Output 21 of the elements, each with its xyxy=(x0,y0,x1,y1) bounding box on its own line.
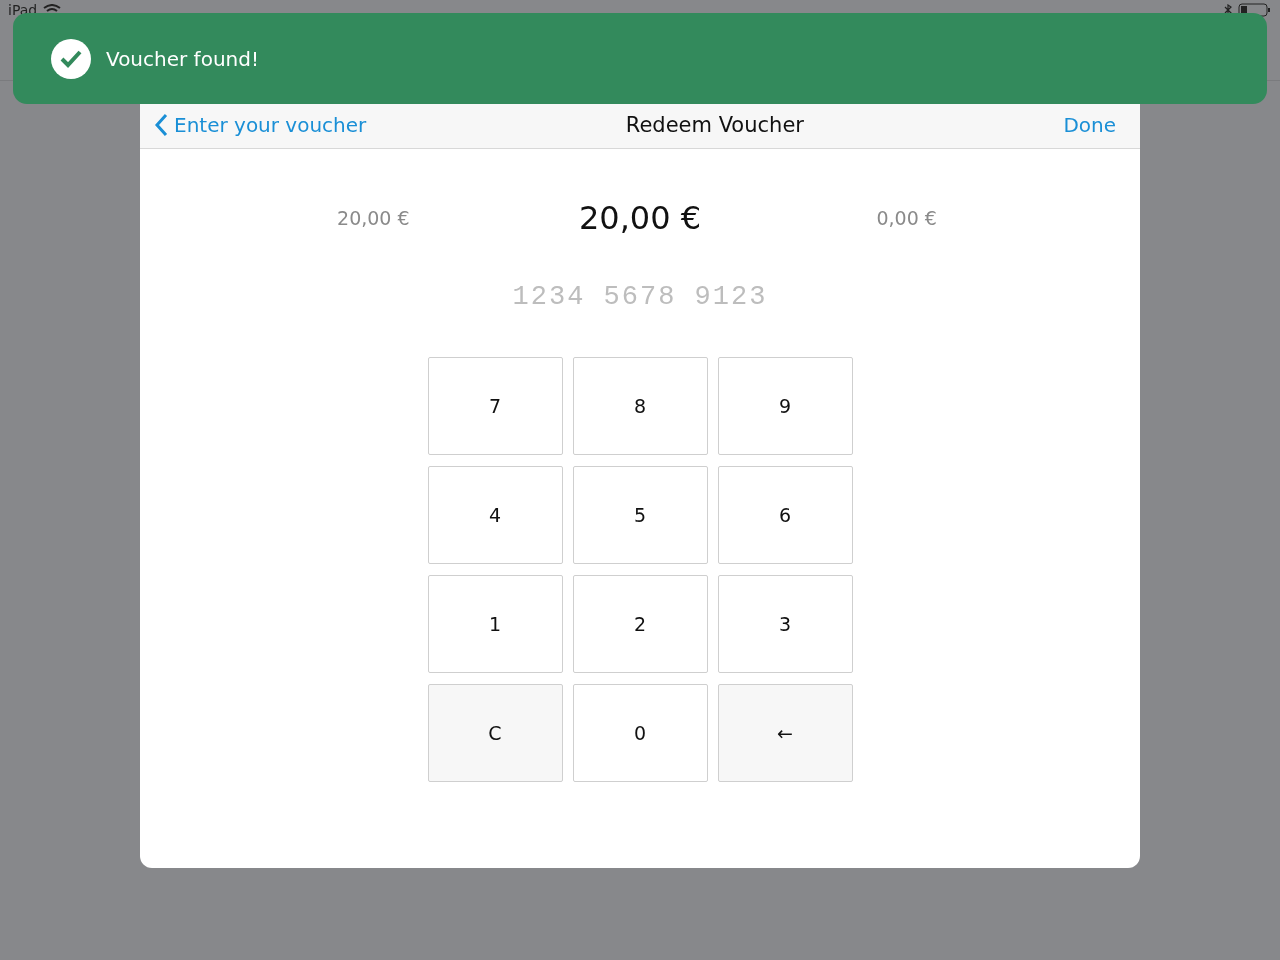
keypad-key[interactable]: 3 xyxy=(717,575,853,673)
keypad-key[interactable]: 4 xyxy=(427,466,563,564)
total-amount: 20,00 € xyxy=(578,199,702,237)
amount-label: 20,00 € xyxy=(337,207,410,229)
checkmark-icon xyxy=(50,37,92,80)
toast-message: Voucher found! xyxy=(106,46,259,71)
keypad-key[interactable]: C xyxy=(427,684,563,782)
keypad-key[interactable]: 0 xyxy=(572,684,708,782)
keypad-key[interactable]: 8 xyxy=(572,357,708,455)
voucher-code-field[interactable]: 1234 5678 9123 xyxy=(488,281,792,313)
keypad-key[interactable]: ← xyxy=(717,684,853,782)
amount-label: 0,00 € xyxy=(876,207,937,229)
keypad-key[interactable]: 2 xyxy=(572,575,708,673)
bluetooth-icon xyxy=(1224,4,1232,16)
keypad-key[interactable]: 5 xyxy=(572,466,708,564)
keypad-key[interactable]: 7 xyxy=(427,357,563,455)
keypad-key[interactable]: 9 xyxy=(717,357,853,455)
keypad-key[interactable]: 1 xyxy=(427,575,563,673)
chevron-left-icon xyxy=(154,112,168,137)
modal-title: Redeem Voucher xyxy=(625,112,804,137)
keypad-key[interactable]: 6 xyxy=(717,466,853,564)
